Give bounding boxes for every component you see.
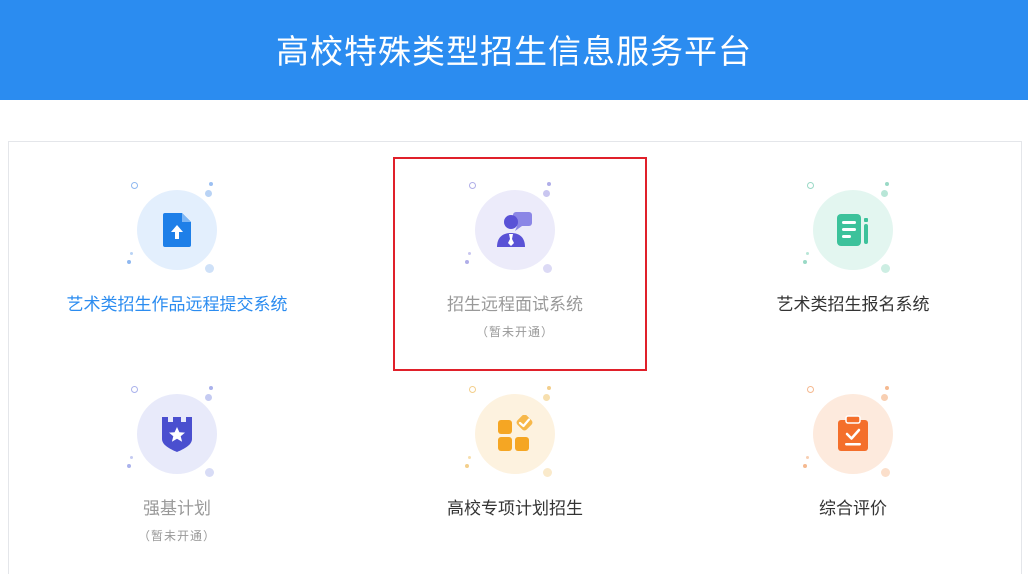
card-title[interactable]: 高校专项计划招生 bbox=[390, 498, 640, 520]
page-title: 高校特殊类型招生信息服务平台 bbox=[276, 32, 752, 71]
card-title[interactable]: 招生远程面试系统 bbox=[390, 294, 640, 316]
upload-file-icon bbox=[163, 213, 191, 247]
page-header: 高校特殊类型招生信息服务平台 bbox=[0, 0, 1028, 100]
card-status-note: （暂未开通） bbox=[475, 325, 554, 339]
card-title[interactable]: 综合评价 bbox=[728, 498, 978, 520]
card-title[interactable]: 强基计划 bbox=[52, 498, 302, 520]
form-document-icon bbox=[837, 214, 868, 246]
card-special-program[interactable]: 高校专项计划招生 bbox=[390, 346, 640, 536]
card-icon-area bbox=[127, 182, 225, 278]
card-art-works-submission[interactable]: 艺术类招生作品远程提交系统 bbox=[52, 142, 302, 332]
card-art-registration[interactable]: 艺术类招生报名系统 bbox=[728, 142, 978, 332]
card-status-note: （暂未开通） bbox=[137, 529, 216, 543]
card-icon-area bbox=[803, 182, 901, 278]
card-icon-area bbox=[465, 182, 563, 278]
card-icon-area bbox=[803, 386, 901, 482]
card-strong-foundation[interactable]: 强基计划 （暂未开通） bbox=[52, 346, 302, 543]
shield-star-icon bbox=[162, 417, 192, 452]
card-icon-area bbox=[465, 386, 563, 482]
interview-user-icon bbox=[497, 212, 532, 247]
card-title[interactable]: 艺术类招生报名系统 bbox=[728, 294, 978, 316]
grid-check-icon bbox=[498, 415, 533, 451]
card-comprehensive-evaluation[interactable]: 综合评价 bbox=[728, 346, 978, 536]
card-title[interactable]: 艺术类招生作品远程提交系统 bbox=[52, 294, 302, 316]
clipboard-check-icon bbox=[838, 415, 868, 451]
card-icon-area bbox=[127, 386, 225, 482]
card-remote-interview[interactable]: 招生远程面试系统 （暂未开通） bbox=[390, 142, 640, 339]
